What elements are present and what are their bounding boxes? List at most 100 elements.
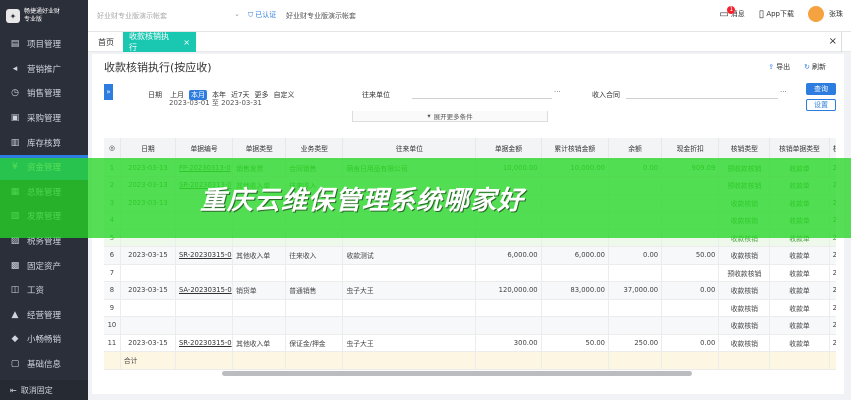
column-header[interactable]: 核销类型 — [718, 138, 771, 160]
column-header[interactable]: ◎ — [104, 138, 121, 160]
tab-collection-writeoff[interactable]: 收款核销执行 × — [123, 32, 196, 52]
user-menu[interactable]: 张珠 — [808, 6, 843, 22]
query-button[interactable]: 查询 — [806, 83, 836, 95]
partner-lookup-button[interactable]: ··· — [554, 88, 561, 96]
app-download-button[interactable]: ▯ App下载 — [759, 9, 794, 20]
column-header[interactable]: 单据类型 — [232, 138, 287, 160]
table-row[interactable]: 7 预收款核销收款单20 — [104, 264, 836, 282]
settings-button[interactable]: 设置 — [806, 99, 836, 111]
table-cell: 20 — [829, 264, 836, 282]
column-header[interactable]: 单据金额 — [475, 138, 542, 160]
column-header[interactable]: 现金折扣 — [661, 138, 720, 160]
table-cell — [608, 264, 663, 282]
column-header[interactable]: 单据编号 — [175, 138, 234, 160]
close-tab-icon[interactable]: × — [183, 38, 190, 47]
sidebar-item[interactable]: ◆ 小畅畅销 — [0, 327, 88, 352]
date-label: 日期 — [148, 91, 162, 99]
unpin-sidebar-button[interactable]: ⇤ 取消固定 — [0, 380, 88, 400]
company-select[interactable]: 好业财专业版演示帐套 ⌄ — [94, 9, 242, 23]
table-cell — [232, 316, 287, 335]
sidebar-item[interactable]: ▢ 基础信息 — [0, 352, 88, 377]
column-header[interactable]: 业务类型 — [285, 138, 344, 160]
table-cell: 50.00 — [541, 334, 610, 352]
contract-lookup-button[interactable]: ··· — [780, 88, 787, 96]
verified-badge: ⛉ 已认证 — [248, 10, 276, 20]
sidebar-item-label: 库存核算 — [27, 138, 62, 149]
sidebar-item[interactable]: ◂ 营销推广 — [0, 57, 88, 82]
table-row[interactable]: 10 收款核销收款单20 — [104, 316, 836, 335]
column-header[interactable]: 往来单位 — [342, 138, 477, 160]
horizontal-scrollbar[interactable] — [222, 371, 692, 376]
refresh-button[interactable]: ↻ 刷新 — [804, 62, 826, 72]
table-row[interactable]: 6 2023-03-15 SR-20230315-0 其他收入单 往来收入 收款测试 6,0… — [104, 246, 836, 265]
export-button[interactable]: ⇪ 导出 — [768, 62, 790, 72]
export-icon: ⇪ — [768, 63, 775, 71]
table-cell: 收款单 — [769, 334, 830, 352]
filter-toggle-button[interactable]: » — [104, 84, 113, 100]
document-number-link[interactable]: SR-20230315-0 — [175, 246, 234, 265]
page-title: 收款核销执行(按应收) — [104, 61, 212, 74]
document-number-link[interactable] — [175, 264, 234, 282]
table-cell: 0.00 — [661, 334, 720, 352]
contract-input[interactable] — [626, 87, 778, 99]
table-cell — [232, 264, 287, 282]
page-tabs: 首页 收款核销执行 × × — [88, 32, 851, 52]
table-cell: 2023-03-15 — [120, 246, 176, 265]
sidebar-item-label: 营销推广 — [27, 64, 62, 75]
column-header[interactable]: 核销单据类型 — [769, 138, 830, 160]
expand-more-conditions[interactable]: ▾ 展开更多条件 — [352, 111, 548, 122]
table-cell — [769, 351, 830, 370]
table-cell: 0.00 — [608, 246, 663, 265]
tab-home[interactable]: 首页 — [92, 32, 120, 52]
table-cell — [232, 299, 287, 317]
column-header[interactable]: 日期 — [120, 138, 176, 160]
table-row[interactable]: 9 收款核销收款单20 — [104, 299, 836, 317]
table-cell: 250.00 — [608, 334, 663, 352]
table-cell: 收款核销 — [718, 246, 771, 265]
document-number-link[interactable]: SR-20230315-0 — [175, 334, 234, 352]
sidebar-item[interactable]: ◫ 工资 — [0, 278, 88, 303]
table-cell: 10 — [104, 316, 121, 335]
sidebar-item[interactable]: ◷ 销售管理 — [0, 81, 88, 106]
messages-button[interactable]: ▭ 1 消息 — [719, 5, 745, 20]
table-cell — [232, 351, 287, 370]
table-cell — [608, 299, 663, 317]
column-header[interactable]: 余额 — [608, 138, 663, 160]
document-number-link[interactable] — [175, 299, 234, 317]
tab-scroll-handle[interactable] — [841, 32, 851, 52]
table-cell — [541, 299, 610, 317]
sidebar-item[interactable]: ▩ 固定资产 — [0, 253, 88, 278]
table-cell: 收款核销 — [718, 281, 771, 300]
table-cell: 0.00 — [661, 281, 720, 300]
table-cell — [475, 299, 542, 317]
mini-icon: ◆ — [11, 334, 19, 345]
table-row[interactable]: 8 2023-03-15 SA-20230315-0 销货单 普通销售 虫子大王 120,0… — [104, 281, 836, 300]
sidebar-item[interactable]: ▥ 库存核算 — [0, 130, 88, 155]
table-cell: 收款单 — [769, 246, 830, 265]
sidebar-item[interactable]: ▲ 经营管理 — [0, 303, 88, 328]
document-number-link[interactable] — [175, 316, 234, 335]
banner-text: 重庆云维保管理系统哪家好 — [200, 185, 525, 216]
table-cell: 2023-03-15 — [120, 334, 176, 352]
table-row[interactable]: 11 2023-03-15 SR-20230315-0 其他收入单 保证金/押金 虫子大王… — [104, 334, 836, 352]
logo-title: 畅捷通好业财 — [24, 8, 61, 15]
table-cell: 其他收入单 — [232, 334, 287, 352]
table-cell — [541, 316, 610, 335]
column-header[interactable]: 核 — [829, 138, 836, 160]
document-number-link[interactable]: SA-20230315-0 — [175, 281, 234, 300]
close-all-tabs-icon[interactable]: × — [829, 36, 837, 47]
chart-icon: ▲ — [11, 309, 19, 320]
table-cell: 120,000.00 — [475, 281, 542, 300]
date-option[interactable]: 自定义 — [273, 90, 294, 100]
sidebar-item[interactable]: ▤ 项目管理 — [0, 32, 88, 57]
more-conditions-label: 展开更多条件 — [433, 113, 473, 121]
partner-input[interactable] — [412, 87, 552, 99]
sidebar-item-label: 项目管理 — [27, 40, 62, 51]
date-range-text[interactable]: 2023-03-01 至 2023-03-31 — [169, 98, 262, 108]
sidebar-item-label: 基础信息 — [27, 360, 62, 371]
sidebar-item[interactable]: ▣ 采购管理 — [0, 106, 88, 131]
shield-check-icon: ⛉ — [248, 10, 254, 19]
table-cell: 虫子大王 — [342, 334, 477, 352]
table-cell — [285, 316, 344, 335]
column-header[interactable]: 累计核销金额 — [541, 138, 610, 160]
